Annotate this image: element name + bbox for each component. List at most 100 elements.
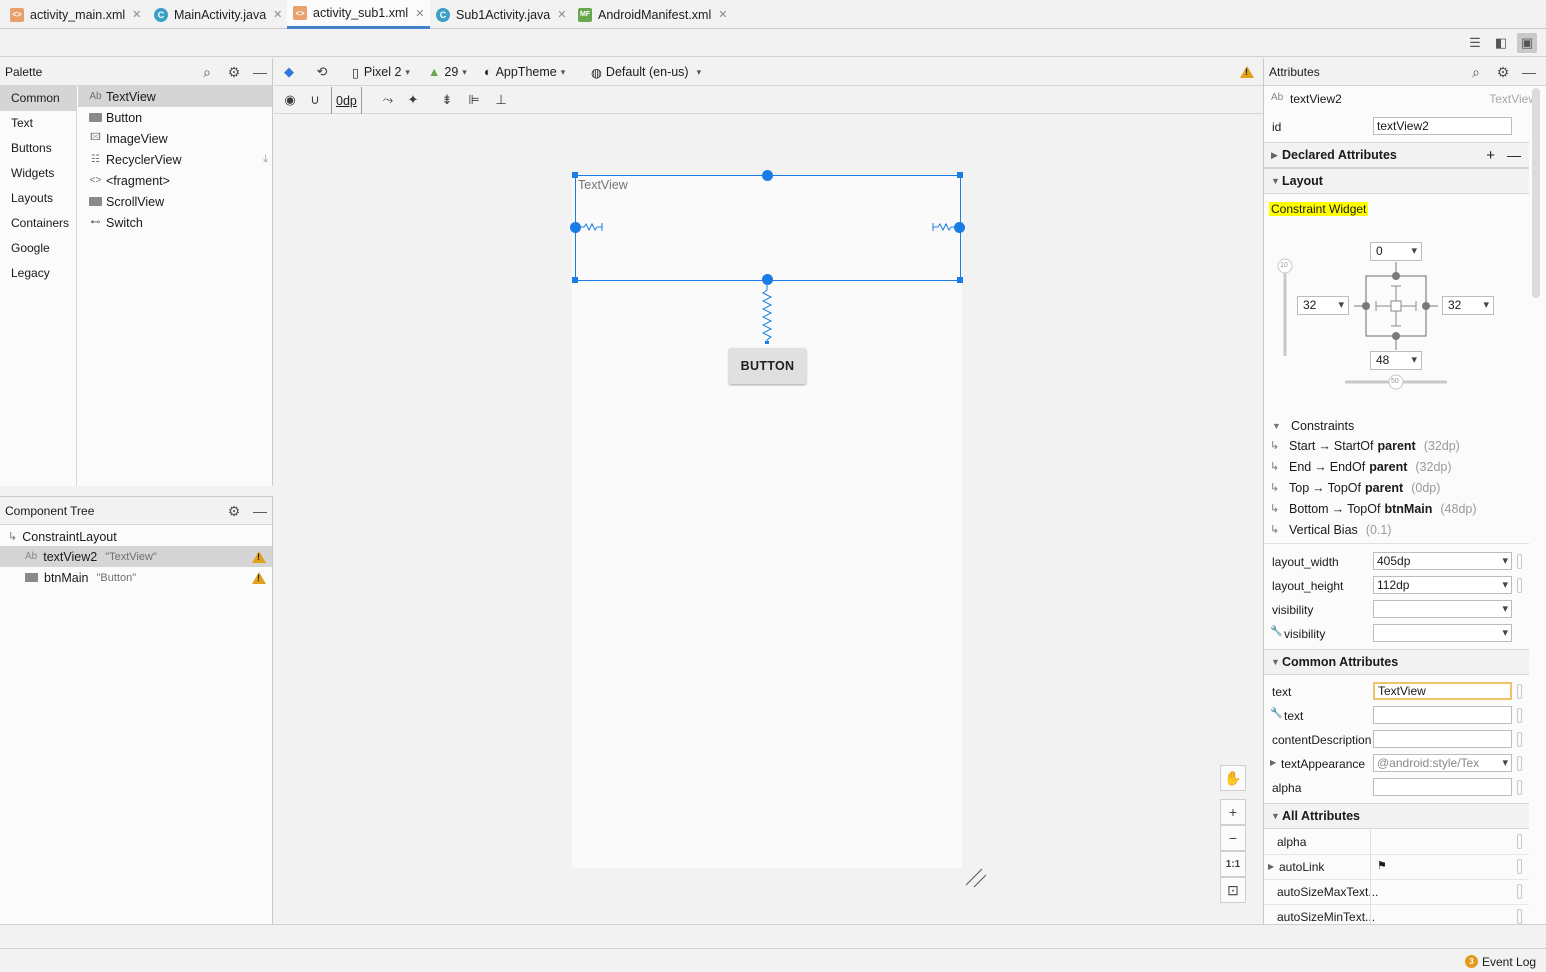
resize-handle-bottom-left[interactable] xyxy=(572,277,578,283)
palette-item-imageview[interactable]: 🖾 ImageView xyxy=(78,128,272,149)
infer-constraints-icon[interactable]: ✦ xyxy=(404,91,422,109)
constraint-row[interactable]: ↳ End → EndOf parent (32dp) xyxy=(1270,456,1452,477)
split-view-icon[interactable]: ◧ xyxy=(1491,33,1511,53)
constraint-row[interactable]: ↳ Bottom → TopOf btnMain (48dp) xyxy=(1270,498,1477,519)
layers-icon[interactable]: ◆ xyxy=(280,63,298,81)
palette-category-google[interactable]: Google xyxy=(0,236,76,261)
resize-handle-top-right[interactable] xyxy=(957,172,963,178)
palette-category-legacy[interactable]: Legacy xyxy=(0,261,76,286)
tree-node-btnmain[interactable]: btnMain "Button" xyxy=(0,567,272,588)
tab-android-manifest-xml[interactable]: MF AndroidManifest.xml ✕ xyxy=(572,0,733,29)
palette-category-containers[interactable]: Containers xyxy=(0,211,76,236)
section-common-attributes[interactable]: ▼ Common Attributes xyxy=(1264,649,1529,675)
search-icon[interactable]: ⌕ xyxy=(1467,63,1485,81)
resize-handle-top-left[interactable] xyxy=(572,172,578,178)
autosize-max-value[interactable] xyxy=(1370,880,1371,905)
gear-icon[interactable]: ⚙ xyxy=(1494,63,1512,81)
resource-picker-button[interactable] xyxy=(1517,708,1522,723)
close-icon[interactable]: ✕ xyxy=(132,8,141,21)
margin-start-dropdown[interactable]: 32 xyxy=(1297,296,1349,315)
search-icon[interactable]: ⌕ xyxy=(198,63,216,81)
resource-picker-button[interactable] xyxy=(1517,684,1522,699)
close-icon[interactable]: ✕ xyxy=(415,7,424,20)
palette-category-text[interactable]: Text xyxy=(0,111,76,136)
attributes-scrollbar[interactable] xyxy=(1532,88,1540,298)
warning-icon[interactable] xyxy=(252,550,266,563)
zoom-fit-icon[interactable]: ⊡ xyxy=(1220,877,1246,903)
design-canvas[interactable]: TextView BUTTON ✋ + − 1:1 ⊡ xyxy=(274,115,1263,924)
design-view-icon[interactable]: ▣ xyxy=(1517,33,1537,53)
alpha-value[interactable] xyxy=(1370,830,1371,855)
minimize-icon[interactable]: — xyxy=(251,502,269,520)
resource-picker-button[interactable] xyxy=(1517,578,1522,593)
download-icon[interactable]: ⤓ xyxy=(263,153,268,166)
zoom-in-icon[interactable]: + xyxy=(1220,799,1246,825)
alpha-field[interactable] xyxy=(1373,778,1512,796)
expand-icon[interactable]: ▶ xyxy=(1268,862,1274,871)
vertical-bias-value[interactable]: 10 xyxy=(1280,262,1288,269)
add-icon[interactable]: + xyxy=(1486,147,1495,164)
button-preview[interactable]: BUTTON xyxy=(729,348,806,384)
palette-category-common[interactable]: Common xyxy=(0,86,76,111)
minimize-icon[interactable]: — xyxy=(251,63,269,81)
guidelines-icon[interactable]: ⊥ xyxy=(492,91,510,109)
tab-sub1-activity-java[interactable]: C Sub1Activity.java ✕ xyxy=(430,0,572,29)
resource-picker-button[interactable] xyxy=(1517,732,1522,747)
tools-visibility-dropdown[interactable] xyxy=(1373,624,1512,642)
palette-item-recyclerview[interactable]: ☷ RecyclerView ⤓ xyxy=(78,149,272,170)
resource-picker-button[interactable] xyxy=(1517,834,1522,849)
flag-icon[interactable]: ⚑ xyxy=(1377,859,1387,872)
remove-icon[interactable]: — xyxy=(1507,147,1521,163)
constraint-anchor-top[interactable] xyxy=(762,170,773,181)
constraint-anchor-start[interactable] xyxy=(570,222,581,233)
margin-bottom-dropdown[interactable]: 48 xyxy=(1370,351,1422,370)
clear-constraints-icon[interactable]: ⤳ xyxy=(379,91,397,109)
tools-text-field[interactable] xyxy=(1373,706,1512,724)
constraint-row[interactable]: ↳ Start → StartOf parent (32dp) xyxy=(1270,435,1460,456)
layout-width-dropdown[interactable]: 405dp xyxy=(1373,552,1512,570)
gear-icon[interactable]: ⚙ xyxy=(225,63,243,81)
close-icon[interactable]: ✕ xyxy=(273,8,282,21)
minimize-icon[interactable]: — xyxy=(1520,63,1538,81)
tab-main-activity-java[interactable]: C MainActivity.java ✕ xyxy=(148,0,288,29)
warning-icon[interactable] xyxy=(252,571,266,584)
section-declared-attributes[interactable]: ▶ Declared Attributes + — xyxy=(1264,142,1529,168)
visibility-dropdown[interactable] xyxy=(1373,600,1512,618)
orientation-icon[interactable]: ⟲ xyxy=(313,63,331,81)
resize-handle-bottom-right[interactable] xyxy=(957,277,963,283)
api-level-selector[interactable]: ▲ 29 ▾ xyxy=(428,58,467,86)
gear-icon[interactable]: ⚙ xyxy=(225,502,243,520)
palette-category-widgets[interactable]: Widgets xyxy=(0,161,76,186)
text-field[interactable]: TextView xyxy=(1373,682,1512,700)
text-appearance-dropdown[interactable]: @android:style/Tex xyxy=(1373,754,1512,772)
expand-icon[interactable]: ▶ xyxy=(1270,758,1276,767)
tree-node-constraintlayout[interactable]: ↳ ConstraintLayout xyxy=(0,526,272,547)
id-field[interactable]: textView2 xyxy=(1373,117,1512,135)
palette-item-button[interactable]: Button xyxy=(78,107,272,128)
code-view-icon[interactable]: ☰ xyxy=(1465,33,1485,53)
constraints-group[interactable]: ▼ Constraints xyxy=(1272,415,1354,436)
palette-item-textview[interactable]: Ab TextView xyxy=(78,86,272,107)
resource-picker-button[interactable] xyxy=(1517,554,1522,569)
event-log-button[interactable]: Event Log xyxy=(1482,955,1536,969)
margin-end-dropdown[interactable]: 32 xyxy=(1442,296,1494,315)
constraint-row[interactable]: ↳ Vertical Bias (0.1) xyxy=(1270,519,1391,540)
close-icon[interactable]: ✕ xyxy=(557,8,566,21)
tab-activity-sub1-xml[interactable]: <> activity_sub1.xml ✕ xyxy=(287,0,431,29)
margin-top-dropdown[interactable]: 0 xyxy=(1370,242,1422,261)
section-layout[interactable]: ▼ Layout xyxy=(1264,168,1529,194)
layout-height-dropdown[interactable]: 112dp xyxy=(1373,576,1512,594)
tree-node-textview2[interactable]: Ab textView2 "TextView" xyxy=(0,546,272,567)
palette-category-layouts[interactable]: Layouts xyxy=(0,186,76,211)
tab-activity-main-xml[interactable]: <> activity_main.xml ✕ xyxy=(4,0,147,29)
autosize-min-value[interactable] xyxy=(1370,905,1371,924)
align-icon[interactable]: ⊫ xyxy=(465,91,483,109)
palette-item-fragment[interactable]: <> <fragment> xyxy=(78,170,272,191)
resource-picker-button[interactable] xyxy=(1517,909,1522,924)
resource-picker-button[interactable] xyxy=(1517,756,1522,771)
section-all-attributes[interactable]: ▼ All Attributes xyxy=(1264,803,1529,829)
constraint-anchor-bottom[interactable] xyxy=(762,274,773,285)
device-selector[interactable]: ▯ Pixel 2 ▾ xyxy=(352,58,410,86)
close-icon[interactable]: ✕ xyxy=(718,8,727,21)
palette-category-buttons[interactable]: Buttons xyxy=(0,136,76,161)
